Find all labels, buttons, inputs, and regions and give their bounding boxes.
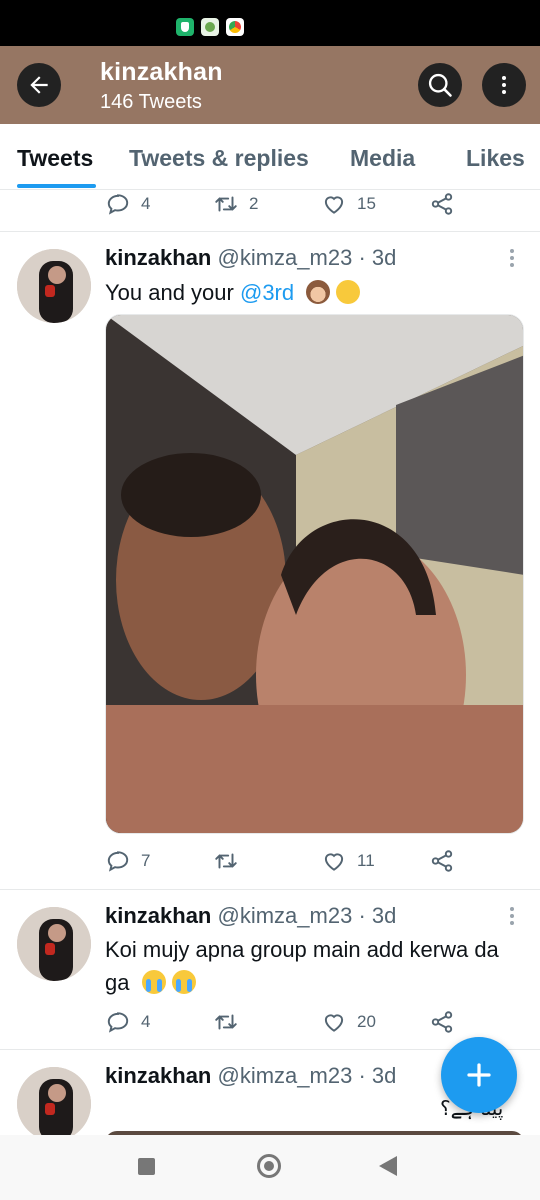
user-handle[interactable]: @kimza_m23: [218, 1063, 353, 1088]
reply-count: 4: [141, 1012, 151, 1031]
time-separator: ·: [358, 1063, 366, 1088]
share-button[interactable]: [429, 846, 455, 876]
heart-icon: [324, 1014, 344, 1032]
tweet-header: kinzakhan @kimza_m23 · 3d: [105, 903, 396, 929]
recent-apps-button[interactable]: [138, 1158, 155, 1175]
avatar-photo: [17, 1067, 91, 1141]
avatar-photo: [17, 249, 91, 323]
retweet-button[interactable]: [213, 846, 249, 876]
tab-tweets[interactable]: Tweets: [17, 145, 93, 172]
retweet-count: 2: [249, 194, 259, 213]
home-button[interactable]: [257, 1154, 281, 1178]
tweet-media-photo[interactable]: [105, 314, 524, 834]
share-button[interactable]: [429, 1007, 455, 1037]
tweet-divider: [0, 889, 540, 890]
heart-icon: [324, 853, 344, 871]
tweet-action-bar: 4 20: [105, 1007, 465, 1037]
retweet-icon: [215, 853, 237, 869]
more-vertical-icon: [502, 76, 506, 94]
tweet-action-bar: 4 2 15: [105, 189, 465, 219]
user-handle[interactable]: @kimza_m23: [218, 903, 353, 928]
user-handle[interactable]: @kimza_m23: [218, 245, 353, 270]
active-tab-indicator: [17, 184, 96, 188]
like-count: 11: [357, 851, 375, 870]
tweet-text-body: You and your: [105, 280, 234, 305]
loudly-crying-emoji: [171, 970, 196, 994]
share-icon: [431, 193, 453, 215]
tweet-text: You and your @3rd: [105, 276, 525, 309]
arrow-left-icon: [30, 76, 48, 94]
search-icon: [428, 73, 452, 97]
back-button[interactable]: [17, 63, 61, 107]
tweet-action-bar: 7 11: [105, 846, 465, 876]
more-button[interactable]: [482, 63, 526, 107]
heart-icon: [324, 196, 344, 214]
profile-header: kinzakhan 146 Tweets: [0, 46, 540, 124]
reply-count: 7: [141, 851, 151, 870]
reply-icon: [107, 194, 129, 215]
tab-likes[interactable]: Likes: [466, 145, 525, 172]
tweet-menu-icon[interactable]: [502, 246, 522, 270]
reply-button[interactable]: 4: [105, 189, 150, 219]
reply-icon: [107, 1012, 129, 1033]
like-count: 15: [357, 194, 376, 213]
reply-count: 4: [141, 194, 151, 213]
display-name[interactable]: kinzakhan: [105, 1063, 211, 1088]
tweet-header: kinzakhan @kimza_m23 · 3d: [105, 1063, 396, 1089]
hand-over-mouth-emoji: [336, 280, 361, 304]
mention-link[interactable]: @3rd: [240, 280, 294, 305]
status-bar: [0, 0, 540, 46]
retweet-icon: [215, 1014, 237, 1030]
like-count: 20: [357, 1012, 376, 1031]
like-button[interactable]: 11: [321, 846, 375, 876]
profile-name: kinzakhan: [100, 58, 223, 86]
display-name[interactable]: kinzakhan: [105, 245, 211, 270]
tab-media[interactable]: Media: [350, 145, 415, 172]
avatar[interactable]: [17, 1067, 91, 1141]
avatar-photo: [17, 907, 91, 981]
plus-icon: [467, 1063, 491, 1087]
time-separator: ·: [358, 245, 366, 270]
retweet-icon: [215, 196, 237, 212]
notification-icon: [176, 18, 194, 36]
compose-tweet-button[interactable]: [441, 1037, 517, 1113]
reply-button[interactable]: 7: [105, 846, 150, 876]
profile-tabs: Tweets Tweets & replies Media Likes: [0, 124, 540, 190]
like-button[interactable]: 15: [321, 189, 376, 219]
like-button[interactable]: 20: [321, 1007, 376, 1037]
tweet-time[interactable]: 3d: [372, 1063, 396, 1088]
tweet-divider: [0, 231, 540, 232]
tweet-time[interactable]: 3d: [372, 245, 396, 270]
loudly-crying-emoji: [141, 970, 166, 994]
tweet-header: kinzakhan @kimza_m23 · 3d: [105, 245, 396, 271]
share-button[interactable]: [429, 189, 455, 219]
system-navigation-bar: [0, 1135, 540, 1200]
tweet-count: 146 Tweets: [100, 91, 202, 113]
photo-image: [106, 315, 523, 833]
system-back-button[interactable]: [379, 1156, 397, 1176]
retweet-button[interactable]: [213, 1007, 249, 1037]
reply-icon: [107, 851, 129, 872]
avatar[interactable]: [17, 907, 91, 981]
share-icon: [431, 850, 453, 872]
tweet-menu-icon[interactable]: [502, 904, 522, 928]
share-icon: [431, 1011, 453, 1033]
display-name[interactable]: kinzakhan: [105, 903, 211, 928]
avatar[interactable]: [17, 249, 91, 323]
see-no-evil-monkey-emoji: [306, 280, 331, 304]
chrome-icon: [226, 18, 244, 36]
reply-button[interactable]: 4: [105, 1007, 150, 1037]
tab-tweets-and-replies[interactable]: Tweets & replies: [129, 145, 309, 172]
tweet-time[interactable]: 3d: [372, 903, 396, 928]
notification-icon: [201, 18, 219, 36]
retweet-button[interactable]: 2: [213, 189, 258, 219]
tweet-text: Koi mujy apna group main add kerwa da ga: [105, 933, 525, 999]
search-button[interactable]: [418, 63, 462, 107]
time-separator: ·: [358, 903, 366, 928]
